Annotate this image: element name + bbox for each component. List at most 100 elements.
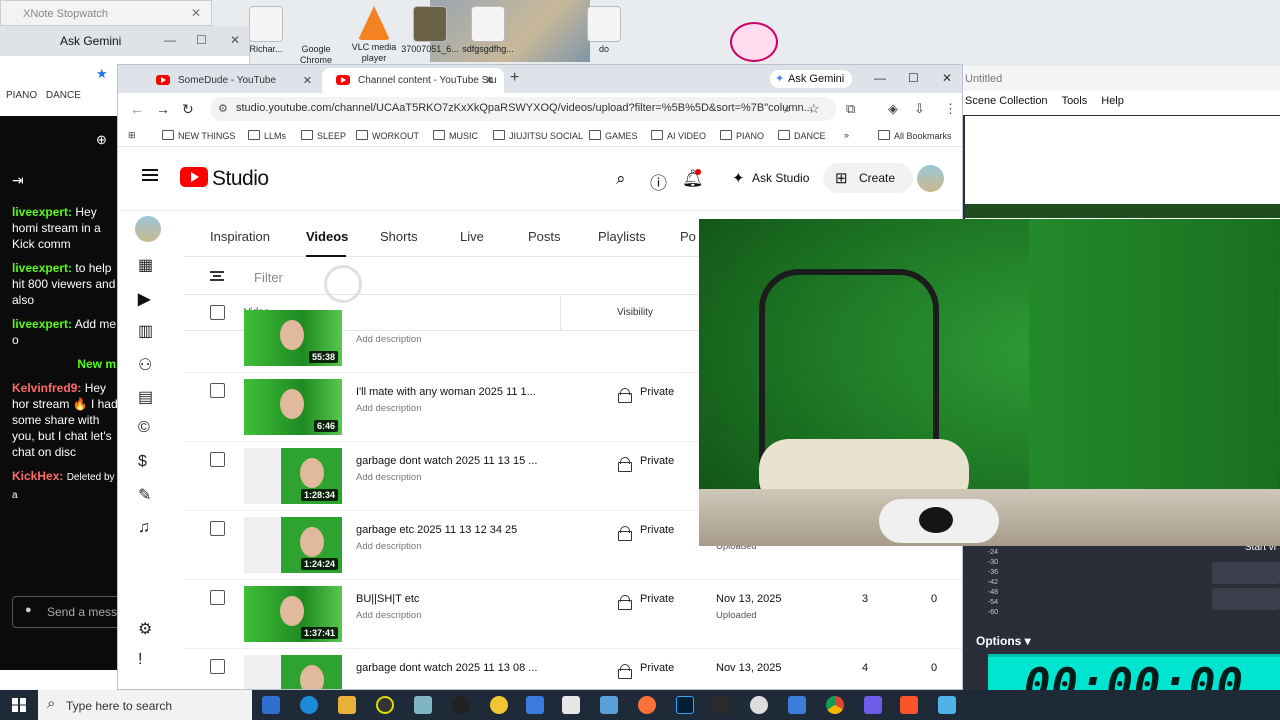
new-tab-icon[interactable]: + (510, 69, 519, 87)
chat-username[interactable]: liveexpert: (12, 261, 72, 275)
channel-avatar[interactable] (135, 216, 161, 242)
filter-input[interactable]: Filter (254, 270, 283, 285)
menu-tools[interactable]: Tools (1062, 95, 1088, 115)
tab-inspiration[interactable]: Inspiration (210, 229, 270, 244)
video-thumbnail[interactable]: 1:24:24 (244, 517, 342, 573)
bookmark-workout[interactable]: WORKOUT (356, 130, 419, 141)
menu-dots-icon[interactable]: ⋮ (944, 101, 957, 117)
more-bookmarks-icon[interactable]: » (844, 130, 849, 140)
menu-help[interactable]: Help (1101, 95, 1124, 115)
add-description-link[interactable]: Add description (356, 610, 421, 621)
earn-icon[interactable]: $ (138, 453, 147, 471)
menu-scene-collection[interactable]: Scene Collection (965, 95, 1048, 115)
close-icon[interactable]: ✕ (942, 71, 952, 85)
search-icon[interactable]: ⌕ (616, 169, 626, 189)
hamburger-menu-icon[interactable] (142, 169, 158, 181)
close-tab-icon[interactable]: ✕ (303, 74, 312, 87)
ask-gemini-button[interactable]: Ask Gemini (770, 70, 852, 88)
obs-control-button[interactable] (1212, 562, 1280, 584)
add-description-link[interactable]: Add description (356, 472, 421, 483)
minimize-icon[interactable]: — (874, 71, 886, 85)
tips-app-icon[interactable] (490, 696, 508, 714)
bookmark-ai-video[interactable]: AI VIDEO (651, 130, 706, 141)
clock-app-icon[interactable] (376, 696, 394, 714)
desktop-icon-do[interactable]: do (574, 6, 634, 55)
tab-channel-content[interactable]: Channel content - YouTube Stu ✕ (322, 68, 504, 93)
row-checkbox[interactable] (210, 590, 225, 605)
visibility-status[interactable]: Private (618, 593, 674, 610)
file-explorer-icon[interactable] (338, 696, 356, 714)
bookmark-dance[interactable]: DANCE (778, 130, 826, 141)
calculator-app-icon[interactable] (262, 696, 280, 714)
analytics-icon[interactable]: ▥ (138, 321, 153, 341)
video-thumbnail[interactable]: 1:28:34 (244, 448, 342, 504)
tab-somedude[interactable]: SomeDude - YouTube ✕ (142, 68, 322, 93)
bookmark-dance[interactable]: DANCE (46, 90, 81, 101)
tab-videos[interactable]: Videos (306, 229, 348, 244)
video-title[interactable]: BU||SH|T etc (356, 593, 419, 605)
bookmark-music[interactable]: MUSIC (433, 130, 478, 141)
bookmark-sleep[interactable]: SLEEP (301, 130, 346, 141)
collapse-chat-icon[interactable]: ⇥ (12, 172, 24, 189)
translate-icon[interactable]: ◈ (888, 101, 898, 117)
maximize-icon[interactable]: ☐ (196, 33, 207, 47)
ask-gemini-button[interactable]: Ask Gemini (60, 34, 121, 48)
downloads-icon[interactable]: ⇩ (914, 101, 925, 117)
zoom-icon[interactable]: ⌕ (784, 101, 791, 117)
help-icon[interactable]: ⓘ (650, 169, 667, 194)
tab-shorts[interactable]: Shorts (380, 229, 418, 244)
dashboard-icon[interactable]: ▦ (138, 255, 153, 275)
add-description-link[interactable]: Add description (356, 403, 421, 414)
content-icon[interactable]: ▶ (138, 289, 150, 309)
maximize-icon[interactable]: ☐ (908, 71, 919, 85)
firefox-app-icon[interactable] (638, 696, 656, 714)
visibility-status[interactable]: Private (618, 386, 674, 403)
audio-library-icon[interactable]: ♫ (138, 519, 150, 537)
desktop-icon-image[interactable]: 37007051_6... (400, 6, 460, 55)
bookmark-games[interactable]: GAMES (589, 130, 638, 141)
davinci-app-icon[interactable] (712, 696, 730, 714)
youtube-logo-icon[interactable] (180, 167, 208, 187)
bookmark-llms[interactable]: LLMs (248, 130, 286, 141)
video-title[interactable]: garbage dont watch 2025 11 13 15 ... (356, 455, 537, 467)
notepad-app-icon[interactable] (414, 696, 432, 714)
ask-studio-button[interactable]: Ask Studio (720, 163, 810, 193)
docs-app-icon[interactable] (526, 696, 544, 714)
video-thumbnail[interactable] (244, 655, 342, 689)
xnote-stopwatch-window[interactable]: XNote Stopwatch ✕ (0, 0, 212, 26)
obs-app-icon[interactable] (452, 696, 470, 714)
app-icon[interactable] (938, 696, 956, 714)
photoshop-app-icon[interactable] (676, 696, 694, 714)
avatar[interactable] (917, 165, 944, 192)
forward-icon[interactable]: → (156, 101, 170, 117)
bookmark-new-things[interactable]: NEW THINGS (162, 130, 235, 141)
windows-start-icon[interactable] (12, 698, 26, 712)
chat-username[interactable]: liveexpert: (12, 205, 72, 219)
bookmark-piano[interactable]: PIANO (720, 130, 764, 141)
customization-icon[interactable]: ✎ (138, 485, 151, 505)
tab-posts[interactable]: Posts (528, 229, 561, 244)
vpn-app-icon[interactable] (864, 696, 882, 714)
visibility-status[interactable]: Private (618, 662, 674, 679)
table-row[interactable]: 1:37:41 BU||SH|T etc Add description Pri… (184, 580, 962, 649)
brave-app-icon[interactable] (900, 696, 918, 714)
row-checkbox[interactable] (210, 383, 225, 398)
globe-icon[interactable]: ⊕ (96, 132, 107, 148)
app-icon[interactable] (600, 696, 618, 714)
chat-username[interactable]: liveexpert: (12, 317, 72, 331)
desktop-icon-vlc[interactable]: VLC media player (344, 6, 404, 64)
tab-playlists[interactable]: Playlists (598, 229, 646, 244)
desktop-icon-doc[interactable]: sdfgsgdfhg... (458, 6, 518, 55)
edge-app-icon[interactable] (300, 696, 318, 714)
filter-icon[interactable] (210, 271, 224, 281)
chrome-app-icon[interactable] (826, 696, 844, 714)
url-input[interactable]: studio.youtube.com/channel/UCAaT5RKO7zKx… (210, 97, 836, 121)
back-icon[interactable]: ← (130, 101, 144, 117)
obs-control-button[interactable] (1212, 588, 1280, 610)
copyright-icon[interactable]: © (138, 419, 150, 437)
video-thumbnail[interactable]: 6:46 (244, 379, 342, 435)
chat-message-input[interactable]: Send a messa (12, 596, 118, 628)
bookmark-star-icon[interactable]: ☆ (808, 101, 820, 117)
extensions-icon[interactable]: ⧉ (846, 101, 855, 117)
all-bookmarks[interactable]: All Bookmarks (878, 130, 952, 141)
